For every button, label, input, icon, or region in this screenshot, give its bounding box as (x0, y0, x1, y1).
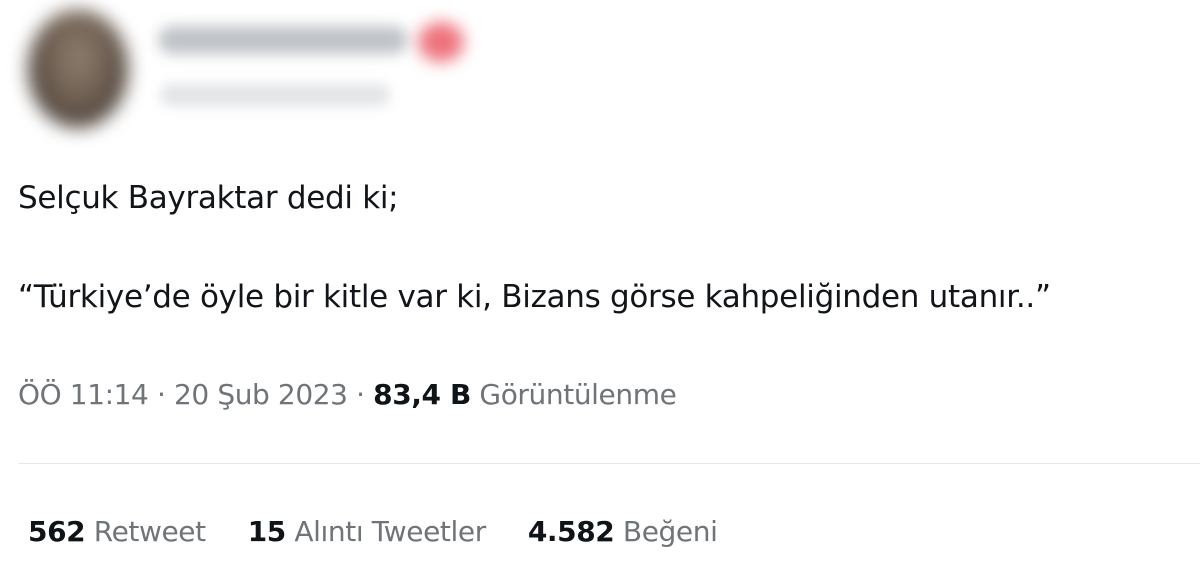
author-handle-blurred[interactable] (160, 84, 390, 106)
likes-label: Beğeni (622, 515, 718, 548)
tweet-stats: 562 Retweet 15 Alıntı Tweetler 4.582 Beğen… (28, 515, 718, 548)
retweets-count: 562 (28, 515, 86, 548)
divider (18, 463, 1200, 464)
tweet-text-line-1: Selçuk Bayraktar dedi ki; (18, 180, 399, 216)
views-count: 83,4 B (373, 378, 471, 411)
quotes-count: 15 (247, 515, 287, 548)
retweets-stat[interactable]: 562 Retweet (28, 515, 206, 548)
retweets-label: Retweet (93, 515, 206, 548)
meta-separator: · (347, 378, 374, 411)
tweet-card: Selçuk Bayraktar dedi ki; “Türkiye’de öy… (0, 0, 1200, 581)
quotes-label: Alıntı Tweetler (294, 515, 486, 548)
tweet-text-line-2: “Türkiye’de öyle bir kitle var ki, Bizan… (18, 279, 1051, 315)
views-label: Görüntülenme (479, 378, 677, 411)
avatar[interactable] (28, 10, 128, 128)
tweet-date[interactable]: 20 Şub 2023 (174, 378, 348, 411)
likes-count: 4.582 (527, 515, 615, 548)
quotes-stat[interactable]: 15 Alıntı Tweetler (247, 515, 487, 548)
likes-stat[interactable]: 4.582 Beğeni (528, 515, 718, 548)
meta-separator: · (148, 378, 174, 411)
author-name-blurred[interactable] (158, 26, 408, 54)
verified-badge-icon (418, 22, 464, 62)
tweet-meta: ÖÖ 11:14 · 20 Şub 2023 · 83,4 B Görüntül… (18, 378, 677, 411)
tweet-time[interactable]: ÖÖ 11:14 (18, 378, 149, 411)
